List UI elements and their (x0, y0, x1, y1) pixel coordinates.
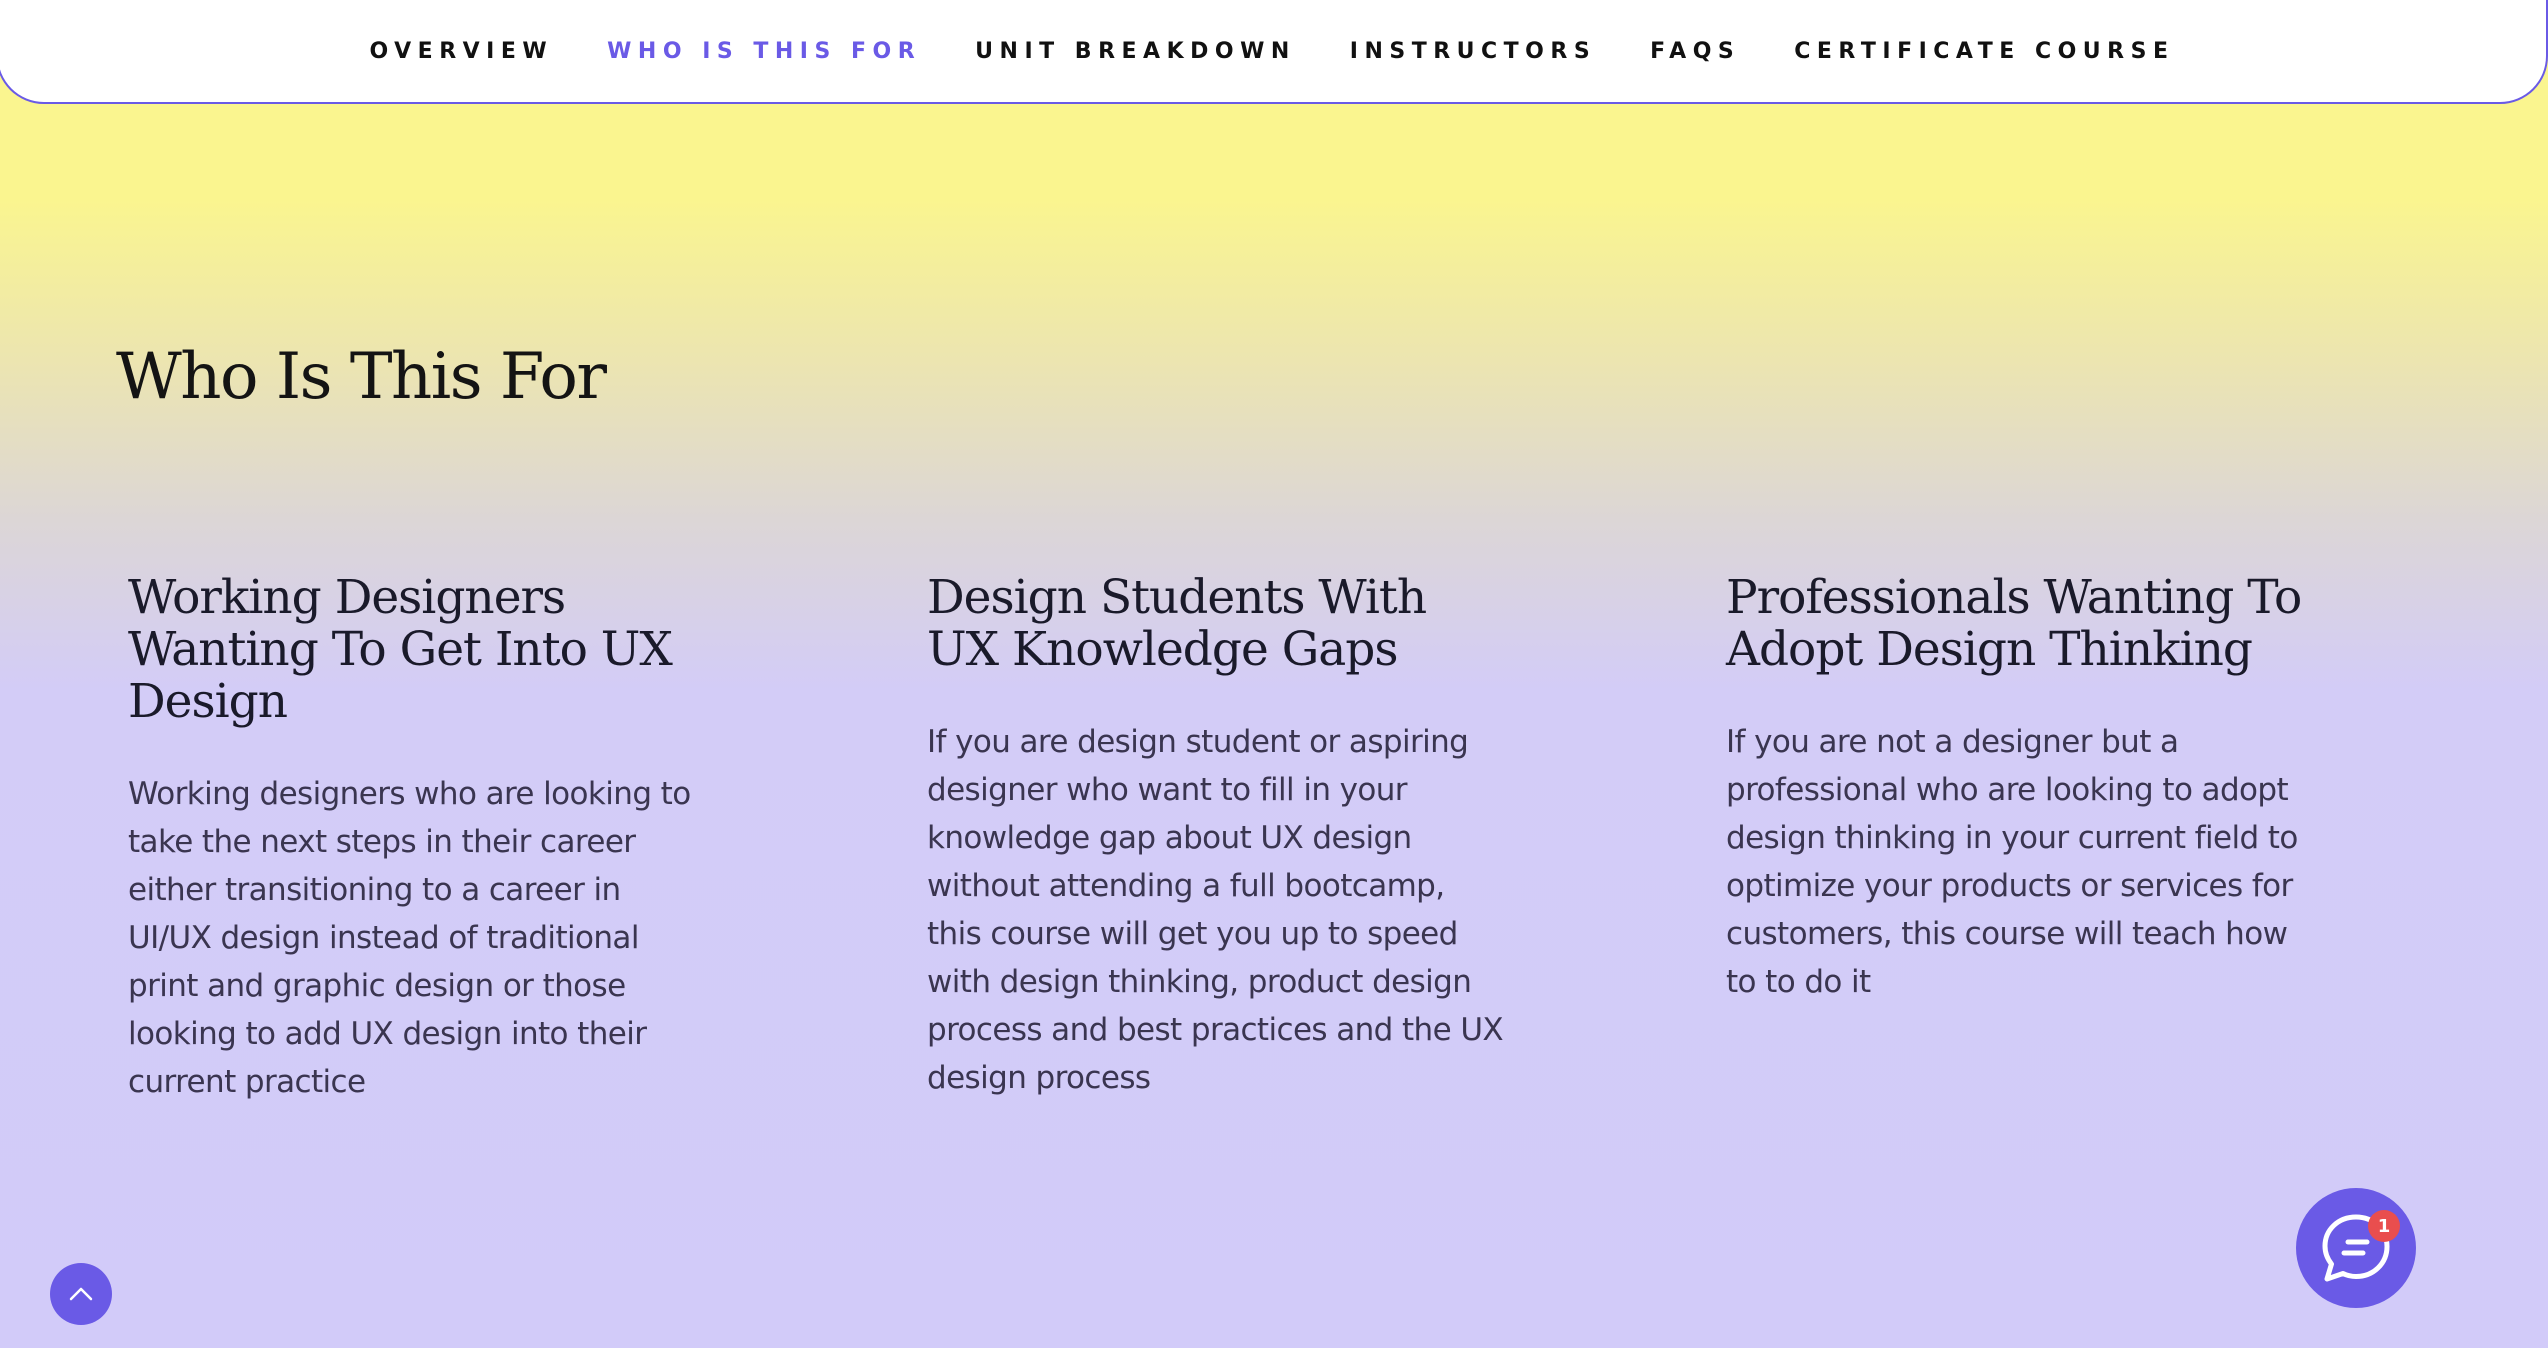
audience-cards: Working Designers Wanting To Get Into UX… (128, 572, 2428, 1132)
card-title: Professionals Wanting To Adopt Design Th… (1726, 570, 2302, 677)
nav-item-faqs[interactable]: FAQS (1650, 39, 1740, 64)
chat-button[interactable]: 1 (2296, 1188, 2416, 1308)
notification-badge: 1 (2368, 1210, 2400, 1242)
nav-item-certificate-course[interactable]: CERTIFICATE COURSE (1794, 39, 2174, 64)
card-description: If you are not a designer but a professi… (1726, 724, 2298, 1000)
audience-card: Professionals Wanting To Adopt Design Th… (1726, 572, 2306, 1006)
card-title: Working Designers Wanting To Get Into UX… (128, 570, 673, 729)
top-navigation: OVERVIEW WHO IS THIS FOR UNIT BREAKDOWN … (0, 0, 2548, 104)
nav-item-instructors[interactable]: INSTRUCTORS (1350, 39, 1596, 64)
section-title: Who Is This For (116, 340, 607, 414)
nav-item-unit-breakdown[interactable]: UNIT BREAKDOWN (975, 39, 1296, 64)
audience-card: Working Designers Wanting To Get Into UX… (128, 572, 708, 1106)
nav-item-overview[interactable]: OVERVIEW (370, 39, 554, 64)
audience-card: Design Students With UX Knowledge Gaps I… (927, 572, 1507, 1102)
scroll-to-top-button[interactable] (50, 1263, 112, 1325)
card-description: Working designers who are looking to tak… (128, 776, 691, 1100)
card-title: Design Students With UX Knowledge Gaps (927, 570, 1427, 677)
nav-item-who-is-this-for[interactable]: WHO IS THIS FOR (607, 39, 921, 64)
chevron-up-icon (69, 1287, 93, 1301)
card-description: If you are design student or aspiring de… (927, 724, 1504, 1096)
